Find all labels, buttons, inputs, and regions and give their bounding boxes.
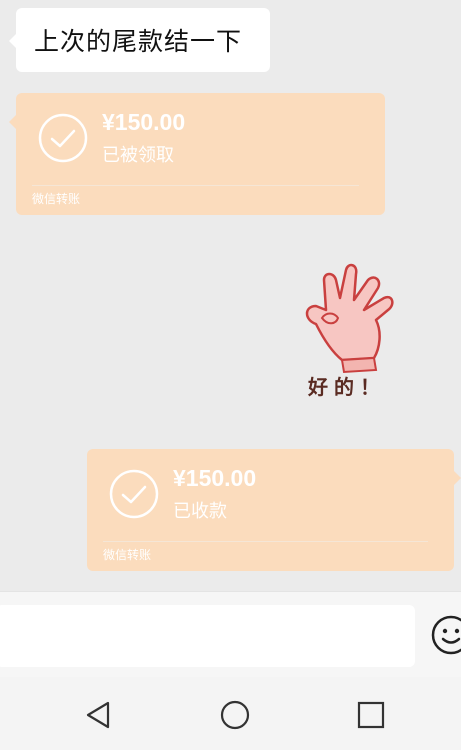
transfer-card-received[interactable]: ¥150.00 已被领取 微信转账: [9, 93, 385, 215]
message-input-bar: [0, 591, 461, 677]
chat-area: 上次的尾款结一下 ¥150.00 已被领取 微信转账 好的！ ¥150.00 已…: [0, 0, 461, 591]
transfer-brand-label: 微信转账: [103, 548, 152, 562]
check-circle-icon: [109, 469, 159, 519]
transfer-status: 已收款: [173, 501, 227, 522]
transfer-brand-label: 微信转账: [32, 192, 81, 206]
card-divider: [103, 541, 428, 542]
card-divider: [32, 185, 359, 186]
square-recents-icon[interactable]: [355, 699, 387, 731]
transfer-amount: ¥150.00: [173, 465, 257, 491]
transfer-amount: ¥150.00: [102, 109, 186, 135]
text-message-bubble[interactable]: 上次的尾款结一下: [9, 8, 270, 72]
triangle-back-icon[interactable]: [82, 699, 114, 731]
smiley-face-icon[interactable]: [430, 614, 461, 656]
transfer-status: 已被领取: [102, 145, 174, 166]
text-message-content: 上次的尾款结一下: [34, 27, 243, 56]
circle-home-icon[interactable]: [219, 699, 251, 731]
sticker-caption: 好的！: [307, 375, 386, 399]
ok-hand-sticker[interactable]: 好的！: [296, 262, 418, 402]
message-input[interactable]: [0, 605, 415, 667]
check-circle-icon: [38, 113, 88, 163]
system-navigation-bar: [0, 677, 461, 750]
transfer-card-collected[interactable]: ¥150.00 已收款 微信转账: [87, 449, 461, 571]
